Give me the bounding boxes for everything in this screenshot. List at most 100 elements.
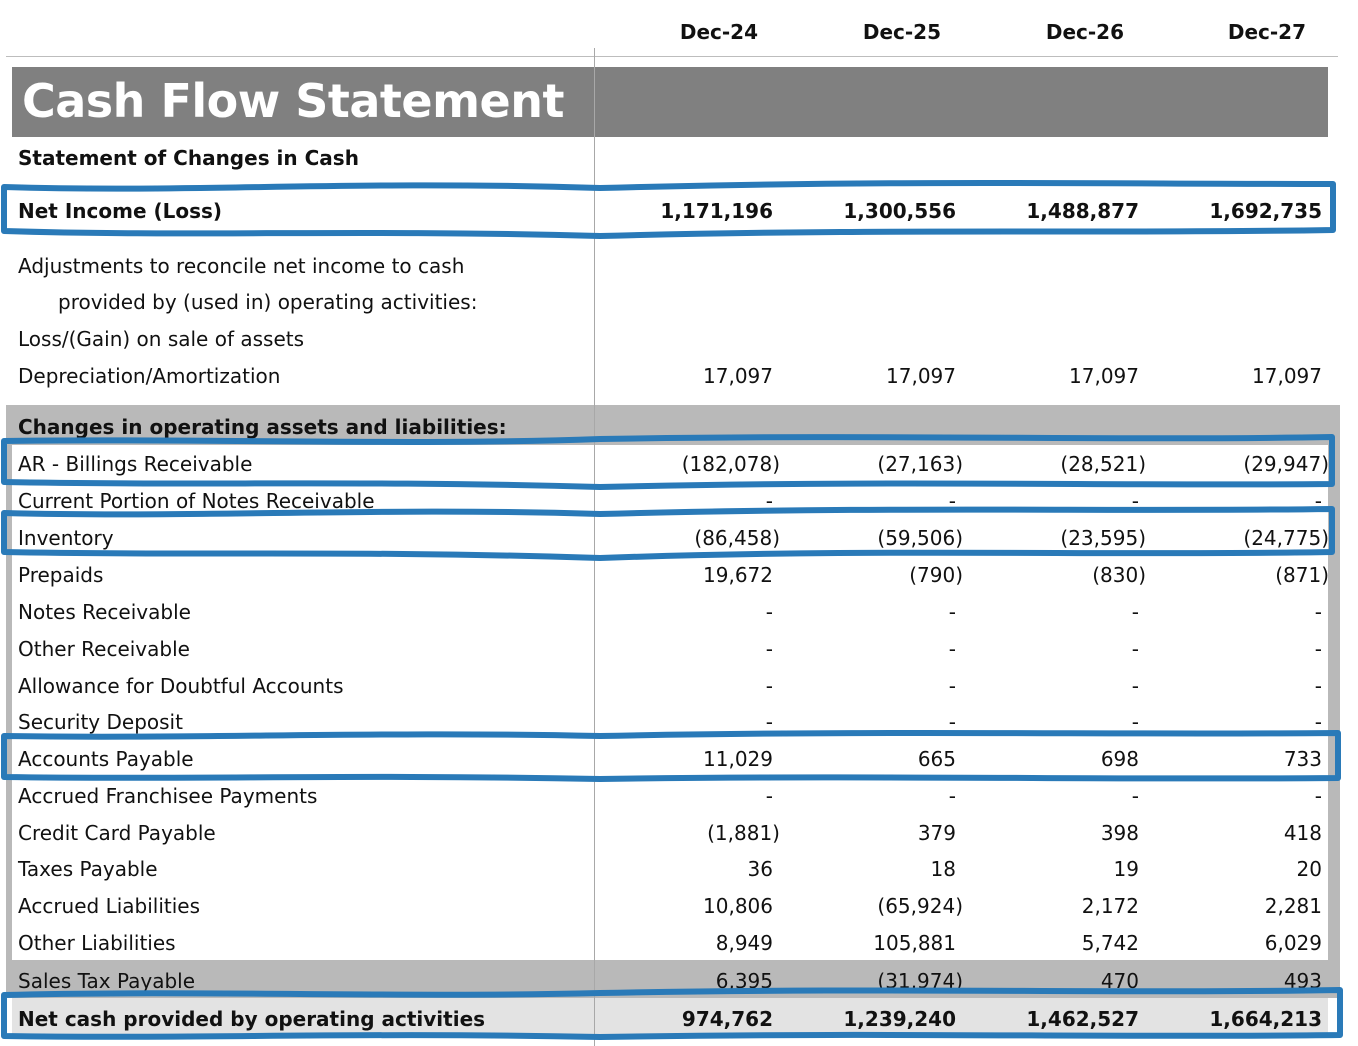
cell-dec-26: 17,097 bbox=[1069, 364, 1139, 388]
cell-dec-27: 733 bbox=[1283, 747, 1322, 771]
cell-dec-26: 470 bbox=[1100, 969, 1139, 993]
cell-dec-26: 398 bbox=[1100, 821, 1139, 845]
row-label: Taxes Payable bbox=[18, 857, 158, 881]
row-label: Net cash provided by operating activitie… bbox=[18, 1007, 486, 1031]
row-depreciation: Depreciation/Amortization 17,097 17,097 … bbox=[0, 358, 1358, 394]
row-label: Other Receivable bbox=[18, 637, 190, 661]
cell-dec-25: (65,924) bbox=[877, 894, 963, 918]
row-taxes-payable: Taxes Payable 36 18 19 20 bbox=[0, 851, 1358, 887]
row-loss-gain-sale-assets: Loss/(Gain) on sale of assets bbox=[0, 321, 1358, 357]
cell-dec-26: - bbox=[1131, 784, 1139, 808]
column-header-dec-25: Dec-25 bbox=[862, 20, 941, 44]
cell-dec-26: (28,521) bbox=[1060, 452, 1146, 476]
row-label: Accrued Franchisee Payments bbox=[18, 784, 318, 808]
row-label: Adjustments to reconcile net income to c… bbox=[18, 254, 465, 278]
cell-dec-25: 105,881 bbox=[873, 931, 956, 955]
row-prepaids: Prepaids 19,672 (790) (830) (871) bbox=[0, 557, 1358, 593]
cell-dec-26: - bbox=[1131, 600, 1139, 624]
cell-dec-27: - bbox=[1314, 674, 1322, 698]
row-label: Changes in operating assets and liabilit… bbox=[18, 415, 507, 439]
row-label: AR - Billings Receivable bbox=[18, 452, 253, 476]
row-label: Current Portion of Notes Receivable bbox=[18, 489, 375, 513]
row-label: Net Income (Loss) bbox=[18, 199, 223, 223]
row-label: provided by (used in) operating activiti… bbox=[58, 290, 478, 314]
cell-dec-25: 17,097 bbox=[886, 364, 956, 388]
page-title: Cash Flow Statement bbox=[22, 74, 564, 128]
cell-dec-25: - bbox=[948, 600, 956, 624]
cell-dec-26: 1,488,877 bbox=[1026, 199, 1139, 223]
row-label: Prepaids bbox=[18, 563, 104, 587]
cell-dec-26: - bbox=[1131, 710, 1139, 734]
row-label: Credit Card Payable bbox=[18, 821, 216, 845]
row-label: Accounts Payable bbox=[18, 747, 194, 771]
cell-dec-25: (59,506) bbox=[877, 526, 963, 550]
cell-dec-27: - bbox=[1314, 489, 1322, 513]
cell-dec-25: - bbox=[948, 674, 956, 698]
cell-dec-27: 418 bbox=[1283, 821, 1322, 845]
cell-dec-26: 698 bbox=[1100, 747, 1139, 771]
row-other-liabilities: Other Liabilities 8,949 105,881 5,742 6,… bbox=[0, 925, 1358, 961]
row-label: Other Liabilities bbox=[18, 931, 176, 955]
cell-dec-24: - bbox=[765, 674, 773, 698]
row-label: Notes Receivable bbox=[18, 600, 191, 624]
cell-dec-25: 1,300,556 bbox=[843, 199, 956, 223]
statement-subtitle: Statement of Changes in Cash bbox=[18, 146, 359, 170]
row-label: Depreciation/Amortization bbox=[18, 364, 281, 388]
cell-dec-25: (31,974) bbox=[877, 969, 963, 993]
cell-dec-25: - bbox=[948, 784, 956, 808]
cell-dec-25: - bbox=[948, 637, 956, 661]
cell-dec-27: 1,664,213 bbox=[1209, 1007, 1322, 1031]
cell-dec-24: - bbox=[765, 600, 773, 624]
cell-dec-26: (23,595) bbox=[1060, 526, 1146, 550]
row-net-cash-operating: Net cash provided by operating activitie… bbox=[0, 1001, 1358, 1037]
cell-dec-24: (182,078) bbox=[681, 452, 780, 476]
cell-dec-24: - bbox=[765, 710, 773, 734]
row-accounts-payable: Accounts Payable 11,029 665 698 733 bbox=[0, 741, 1358, 777]
cell-dec-26: 1,462,527 bbox=[1026, 1007, 1139, 1031]
row-net-income: Net Income (Loss) 1,171,196 1,300,556 1,… bbox=[0, 193, 1358, 229]
cell-dec-27: (24,775) bbox=[1243, 526, 1329, 550]
cell-dec-24: (86,458) bbox=[694, 526, 780, 550]
row-other-receivable: Other Receivable - - - - bbox=[0, 631, 1358, 667]
cell-dec-27: 493 bbox=[1283, 969, 1322, 993]
row-label: Security Deposit bbox=[18, 710, 183, 734]
row-inventory: Inventory (86,458) (59,506) (23,595) (24… bbox=[0, 520, 1358, 556]
cell-dec-25: (790) bbox=[909, 563, 963, 587]
row-sales-tax-payable: Sales Tax Payable 6,395 (31,974) 470 493 bbox=[0, 963, 1358, 997]
row-notes-receivable: Notes Receivable - - - - bbox=[0, 594, 1358, 630]
cell-dec-26: (830) bbox=[1092, 563, 1146, 587]
row-current-notes-receivable: Current Portion of Notes Receivable - - … bbox=[0, 483, 1358, 519]
cell-dec-24: 6,395 bbox=[715, 969, 773, 993]
cell-dec-27: (29,947) bbox=[1243, 452, 1329, 476]
cell-dec-24: 36 bbox=[747, 857, 773, 881]
cell-dec-27: - bbox=[1314, 710, 1322, 734]
cell-dec-24: - bbox=[765, 637, 773, 661]
cell-dec-25: 18 bbox=[930, 857, 956, 881]
cell-dec-27: - bbox=[1314, 784, 1322, 808]
cell-dec-26: - bbox=[1131, 674, 1139, 698]
row-security-deposit: Security Deposit - - - - bbox=[0, 704, 1358, 740]
row-label: Accrued Liabilities bbox=[18, 894, 201, 918]
cell-dec-27: - bbox=[1314, 600, 1322, 624]
cell-dec-24: 974,762 bbox=[681, 1007, 773, 1031]
header-rule bbox=[6, 56, 1338, 57]
row-adjustments-heading-cont: provided by (used in) operating activiti… bbox=[0, 284, 1358, 320]
cell-dec-27: 6,029 bbox=[1264, 931, 1322, 955]
cell-dec-25: - bbox=[948, 710, 956, 734]
cell-dec-24: 19,672 bbox=[703, 563, 773, 587]
cell-dec-25: 1,239,240 bbox=[843, 1007, 956, 1031]
row-accrued-franchisee: Accrued Franchisee Payments - - - - bbox=[0, 778, 1358, 814]
row-allowance-doubtful: Allowance for Doubtful Accounts - - - - bbox=[0, 668, 1358, 704]
cell-dec-26: 5,742 bbox=[1081, 931, 1139, 955]
row-label: Loss/(Gain) on sale of assets bbox=[18, 327, 305, 351]
row-changes-heading: Changes in operating assets and liabilit… bbox=[0, 409, 1358, 445]
row-credit-card-payable: Credit Card Payable (1,881) 379 398 418 bbox=[0, 815, 1358, 851]
cell-dec-27: (871) bbox=[1275, 563, 1329, 587]
column-header-dec-26: Dec-26 bbox=[1045, 20, 1124, 44]
cell-dec-27: - bbox=[1314, 637, 1322, 661]
cell-dec-27: 17,097 bbox=[1252, 364, 1322, 388]
cell-dec-24: 1,171,196 bbox=[660, 199, 773, 223]
cell-dec-24: 10,806 bbox=[703, 894, 773, 918]
cell-dec-25: 665 bbox=[917, 747, 956, 771]
cell-dec-27: 1,692,735 bbox=[1209, 199, 1322, 223]
